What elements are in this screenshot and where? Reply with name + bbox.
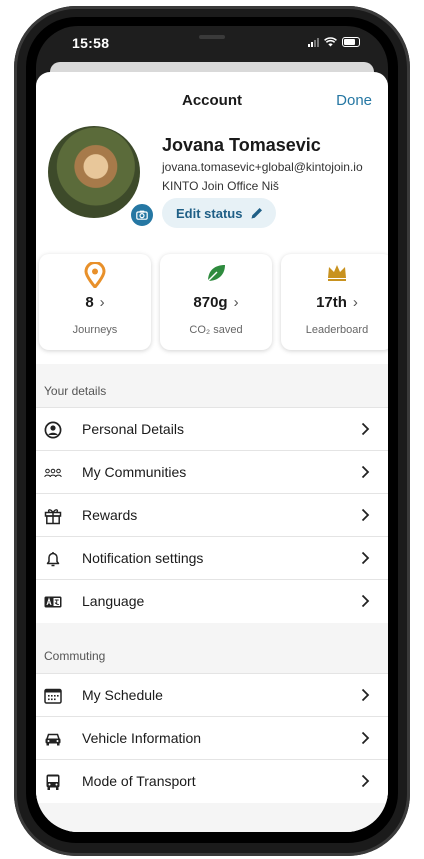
phone-screen: 15:58 Account Done Jovana Tomasevic jova… <box>36 26 388 832</box>
row-language[interactable]: Language <box>36 579 388 623</box>
journeys-value: 8 <box>85 294 94 311</box>
chevron-right-icon <box>361 731 370 745</box>
edit-status-label: Edit status <box>176 205 243 221</box>
done-button[interactable]: Done <box>336 92 372 109</box>
camera-icon[interactable] <box>129 202 155 228</box>
location-pin-icon <box>84 261 106 290</box>
settings-list: Your details Personal Details My Communi… <box>36 364 388 832</box>
row-my-schedule[interactable]: My Schedule <box>36 673 388 717</box>
chevron-right-icon <box>361 774 370 788</box>
profile-email: jovana.tomasevic+global@kintojoin.io <box>162 160 363 174</box>
status-bar: 15:58 <box>36 26 388 66</box>
signal-icon <box>308 38 319 47</box>
row-label: My Communities <box>82 464 187 480</box>
chevron-right-icon <box>361 551 370 565</box>
status-icons <box>308 37 360 47</box>
account-sheet: Account Done Jovana Tomasevic jovana.tom… <box>36 72 388 832</box>
car-icon <box>45 733 61 746</box>
gift-icon <box>44 509 62 525</box>
leaderboard-label: Leaderboard <box>305 324 369 336</box>
leaf-icon <box>207 265 225 282</box>
chevron-right-icon <box>361 422 370 436</box>
chevron-right-icon: › <box>233 294 239 311</box>
co2-label: CO₂ saved <box>189 324 243 336</box>
row-label: Personal Details <box>82 421 184 437</box>
chevron-right-icon: › <box>352 294 358 311</box>
calendar-icon <box>44 688 62 704</box>
bus-icon <box>46 774 60 790</box>
row-rewards[interactable]: Rewards <box>36 493 388 537</box>
row-label: Language <box>82 593 145 609</box>
section-title-your-details: Your details <box>44 384 107 398</box>
crown-icon <box>328 265 346 281</box>
chevron-right-icon <box>361 465 370 479</box>
language-icon <box>44 596 62 608</box>
row-my-communities[interactable]: My Communities <box>36 450 388 494</box>
chevron-right-icon <box>361 594 370 608</box>
row-label: Rewards <box>82 507 138 523</box>
profile-office: KINTO Join Office Niš <box>162 179 279 193</box>
row-mode-of-transport[interactable]: Mode of Transport <box>36 759 388 803</box>
pencil-icon <box>251 208 263 219</box>
journeys-label: Journeys <box>72 324 118 336</box>
row-notification-settings[interactable]: Notification settings <box>36 536 388 580</box>
wifi-icon <box>324 37 337 47</box>
row-vehicle-information[interactable]: Vehicle Information <box>36 716 388 760</box>
row-label: My Schedule <box>82 687 163 703</box>
bell-icon <box>46 552 60 567</box>
chevron-right-icon <box>361 688 370 702</box>
community-icon <box>44 468 62 478</box>
row-label: Vehicle Information <box>82 730 202 746</box>
edit-status-button[interactable]: Edit status <box>162 198 277 228</box>
section-title-commuting: Commuting <box>44 649 106 663</box>
profile-name: Jovana Tomasevic <box>162 135 321 155</box>
battery-icon <box>342 37 360 47</box>
speaker-grille <box>199 35 225 39</box>
co2-card[interactable]: 870g › CO₂ saved <box>160 254 272 350</box>
row-label: Notification settings <box>82 550 204 566</box>
row-label: Mode of Transport <box>82 773 196 789</box>
leaderboard-value: 17th <box>316 294 347 311</box>
chevron-right-icon: › <box>99 294 105 311</box>
journeys-card[interactable]: 8 › Journeys <box>39 254 151 350</box>
leaderboard-card[interactable]: 17th › Leaderboard <box>281 254 388 350</box>
row-personal-details[interactable]: Personal Details <box>36 407 388 451</box>
user-circle-icon <box>44 421 62 439</box>
co2-value: 870g <box>193 294 228 311</box>
avatar[interactable] <box>48 126 140 218</box>
chevron-right-icon <box>361 508 370 522</box>
status-time: 15:58 <box>72 35 110 51</box>
